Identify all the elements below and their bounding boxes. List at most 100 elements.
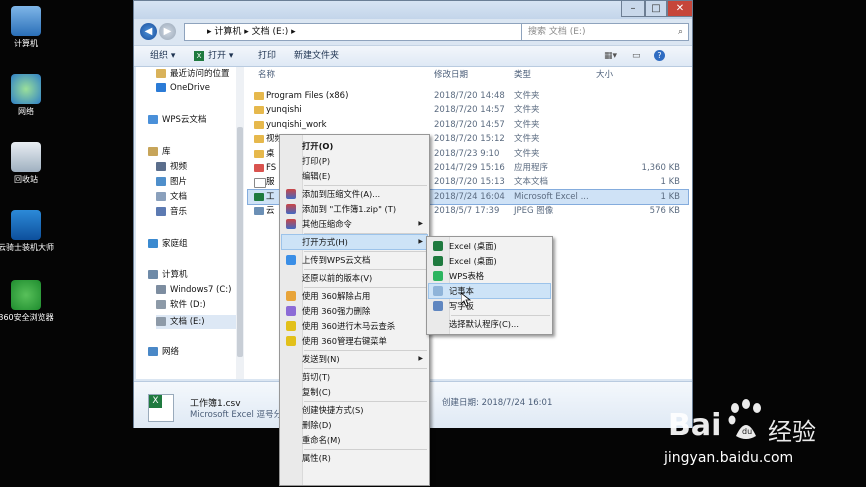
menu-item[interactable]: WPS表格: [429, 269, 550, 283]
file-type: 文件夹: [514, 105, 540, 116]
menu-separator: [451, 315, 550, 316]
minimize-button[interactable]: –: [621, 1, 645, 17]
menu-separator: [304, 185, 427, 186]
recycle-bin-shortcut[interactable]: 回收站: [0, 142, 56, 185]
menu-item[interactable]: Excel (桌面): [429, 239, 550, 253]
nav-item[interactable]: 文档 (E:): [156, 315, 236, 329]
csv-file-icon: X: [148, 394, 174, 422]
nav-item-label: 音乐: [170, 207, 188, 217]
menu-item[interactable]: 写字板: [429, 299, 550, 313]
menu-item[interactable]: 其他压缩命令 ▶: [282, 217, 427, 231]
close-button[interactable]: ✕: [667, 1, 693, 17]
file-icon: [254, 178, 266, 189]
menu-item[interactable]: 删除(D): [282, 418, 427, 432]
file-date: 2018/5/7 17:39: [434, 206, 500, 217]
nav-item[interactable]: 库: [148, 145, 171, 159]
menu-item-label: 使用 360管理右键菜单: [302, 336, 387, 346]
watermark-url: jingyan.baidu.com: [664, 450, 794, 466]
nav-item-icon: [156, 285, 166, 294]
column-size[interactable]: 大小: [596, 67, 613, 83]
nav-item-icon: [156, 207, 166, 216]
browser-360-shortcut[interactable]: 360安全浏览器: [0, 280, 56, 323]
menu-separator: [304, 233, 427, 234]
nav-item[interactable]: 图片: [156, 175, 187, 189]
view-options-icon[interactable]: ▦▾: [604, 46, 617, 66]
nav-item-icon: [148, 347, 158, 356]
column-name[interactable]: 名称: [258, 67, 275, 83]
nav-item[interactable]: 计算机: [148, 268, 188, 282]
menu-item[interactable]: 使用 360进行木马云查杀: [282, 319, 427, 333]
yunqishi-shortcut[interactable]: 云骑士装机大师: [0, 210, 56, 253]
file-name: FS: [266, 163, 277, 173]
menu-item[interactable]: 重命名(M): [282, 433, 427, 447]
preview-pane-icon[interactable]: ▭: [632, 46, 641, 66]
file-row[interactable]: yunqishi_work 2018/7/20 14:57 文件夹: [248, 118, 688, 132]
menu-item[interactable]: 上传到WPS云文档: [282, 253, 427, 267]
menu-item[interactable]: 还原以前的版本(V): [282, 271, 427, 285]
notepad-icon: [433, 286, 443, 296]
menu-item[interactable]: 选择默认程序(C)...: [429, 317, 550, 331]
file-name: yunqishi: [266, 105, 302, 116]
menu-item[interactable]: Excel (桌面): [429, 254, 550, 268]
column-type[interactable]: 类型: [514, 67, 531, 83]
breadcrumb-drive-e[interactable]: 文档 (E:): [252, 27, 289, 37]
new-folder-button[interactable]: 新建文件夹: [294, 46, 339, 66]
nav-scrollbar[interactable]: [236, 67, 244, 379]
network-desktop-shortcut[interactable]: 网络: [0, 74, 56, 117]
nav-item[interactable]: 文档: [156, 190, 187, 204]
menu-item[interactable]: 使用 360管理右键菜单: [282, 334, 427, 348]
nav-item-label: 家庭组: [162, 239, 188, 249]
nav-item[interactable]: Windows7 (C:): [156, 283, 231, 297]
menu-item-label: 使用 360解除占用: [302, 291, 371, 301]
breadcrumb: ▸ 计算机 ▸ 文档 (E:) ▸: [207, 27, 296, 37]
menu-item[interactable]: 使用 360解除占用: [282, 289, 427, 303]
file-name: 桌: [266, 148, 275, 159]
nav-item[interactable]: OneDrive: [156, 81, 210, 95]
file-row[interactable]: Program Files (x86) 2018/7/20 14:48 文件夹: [248, 89, 688, 103]
nav-item[interactable]: 家庭组: [148, 237, 188, 251]
menu-item[interactable]: 剪切(T): [282, 370, 427, 384]
menu-item[interactable]: 编辑(E): [282, 169, 427, 183]
address-bar[interactable]: ▸ 计算机 ▸ 文档 (E:) ▸: [184, 23, 556, 41]
menu-separator: [304, 269, 427, 270]
menu-item[interactable]: 添加到 "工作簿1.zip" (T): [282, 202, 427, 216]
back-button[interactable]: ◀: [140, 23, 157, 40]
nav-item[interactable]: 视频: [156, 160, 187, 174]
menu-item[interactable]: 复制(C): [282, 385, 427, 399]
breadcrumb-computer[interactable]: 计算机: [214, 27, 241, 37]
menu-item[interactable]: 使用 360强力删除: [282, 304, 427, 318]
print-button[interactable]: 打印: [258, 46, 276, 66]
menu-item[interactable]: 创建快捷方式(S): [282, 403, 427, 417]
nav-item[interactable]: 最近访问的位置: [156, 67, 230, 81]
file-row[interactable]: yunqishi 2018/7/20 14:57 文件夹: [248, 103, 688, 117]
nav-item[interactable]: 音乐: [156, 205, 187, 219]
computer-desktop-shortcut[interactable]: 计算机: [0, 6, 56, 49]
maximize-button[interactable]: □: [645, 1, 667, 17]
menu-item[interactable]: 属性(R): [282, 451, 427, 465]
menu-item[interactable]: 打印(P): [282, 154, 427, 168]
help-icon[interactable]: ?: [654, 46, 665, 66]
folder-icon: [254, 106, 264, 115]
menu-item[interactable]: 记事本: [428, 283, 551, 299]
wordpad-icon: [433, 301, 443, 311]
menu-item[interactable]: 发送到(N) ▶: [282, 352, 427, 366]
menu-item[interactable]: 打开方式(H) ▶: [281, 234, 428, 250]
menu-item[interactable]: 添加到压缩文件(A)...: [282, 187, 427, 201]
column-date[interactable]: 修改日期: [434, 67, 468, 83]
menu-item-label: 其他压缩命令: [302, 219, 352, 229]
nav-item-icon: [156, 83, 166, 92]
forward-button[interactable]: ▶: [159, 23, 176, 40]
file-date: 2018/7/20 15:13: [434, 177, 505, 188]
file-icon: [254, 192, 264, 201]
nav-scrollbar-thumb[interactable]: [237, 127, 243, 357]
open-button[interactable]: 打开 ▾: [208, 46, 233, 66]
search-input[interactable]: 搜索 文档 (E:) ⌕: [521, 23, 689, 41]
nav-item[interactable]: 网络: [148, 345, 179, 359]
nav-item[interactable]: WPS云文档: [148, 113, 206, 127]
organize-button[interactable]: 组织 ▾: [150, 46, 175, 66]
menu-item-label: 还原以前的版本(V): [302, 273, 373, 283]
wps-sheet-icon: [433, 271, 443, 281]
nav-item[interactable]: 软件 (D:): [156, 298, 206, 312]
navigation-pane: 最近访问的位置 OneDrive WPS云文档库视频 图片 文档音乐家庭组计算机 Wind…: [136, 67, 236, 379]
menu-item[interactable]: 打开(O): [282, 139, 427, 153]
